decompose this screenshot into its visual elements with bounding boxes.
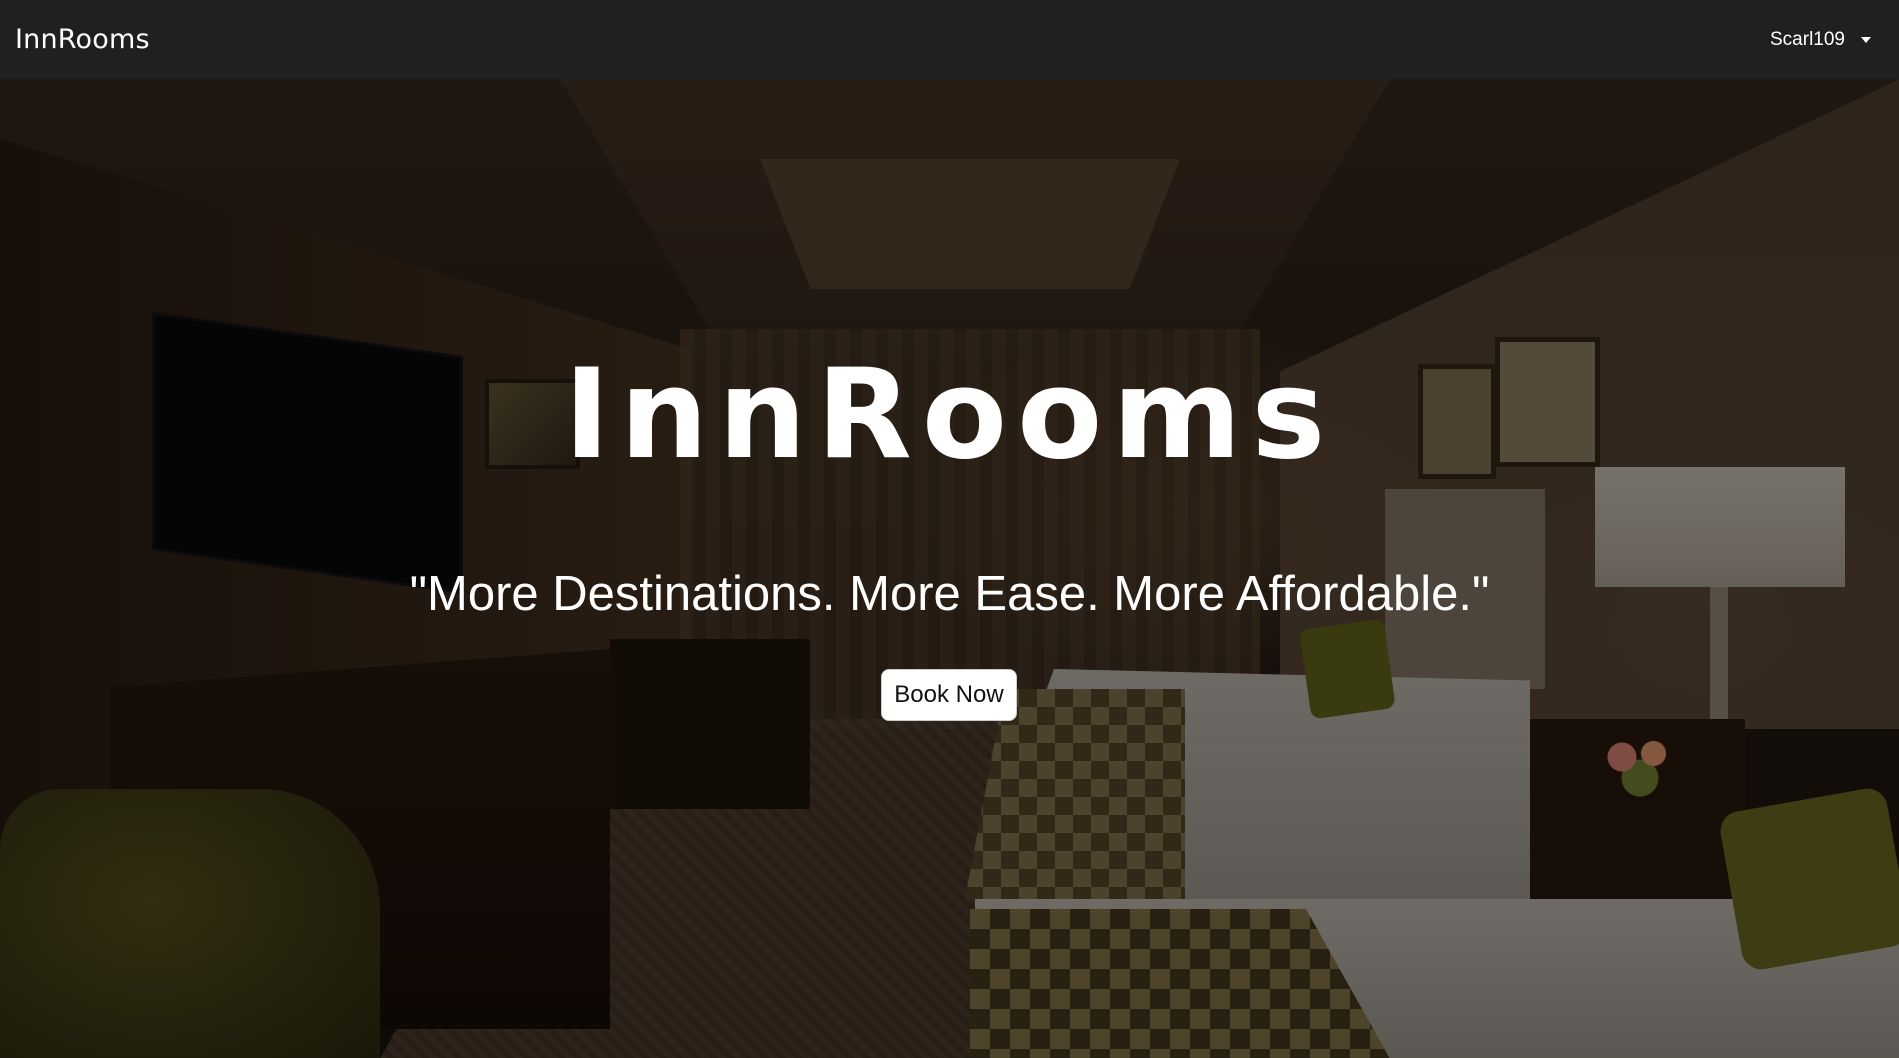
navbar: InnRooms Scarl109: [0, 0, 1899, 79]
brand-logo[interactable]: InnRooms: [15, 24, 150, 55]
hero-section: InnRooms "More Destinations. More Ease. …: [0, 79, 1899, 1058]
hero-content: InnRooms "More Destinations. More Ease. …: [0, 79, 1899, 1058]
user-menu-dropdown[interactable]: Scarl109: [1770, 29, 1871, 51]
hero-title: InnRooms: [563, 343, 1336, 487]
hero-tagline: "More Destinations. More Ease. More Affo…: [409, 567, 1490, 621]
caret-down-icon: [1861, 36, 1871, 43]
username-label: Scarl109: [1770, 28, 1845, 50]
book-now-button[interactable]: Book Now: [881, 669, 1017, 721]
